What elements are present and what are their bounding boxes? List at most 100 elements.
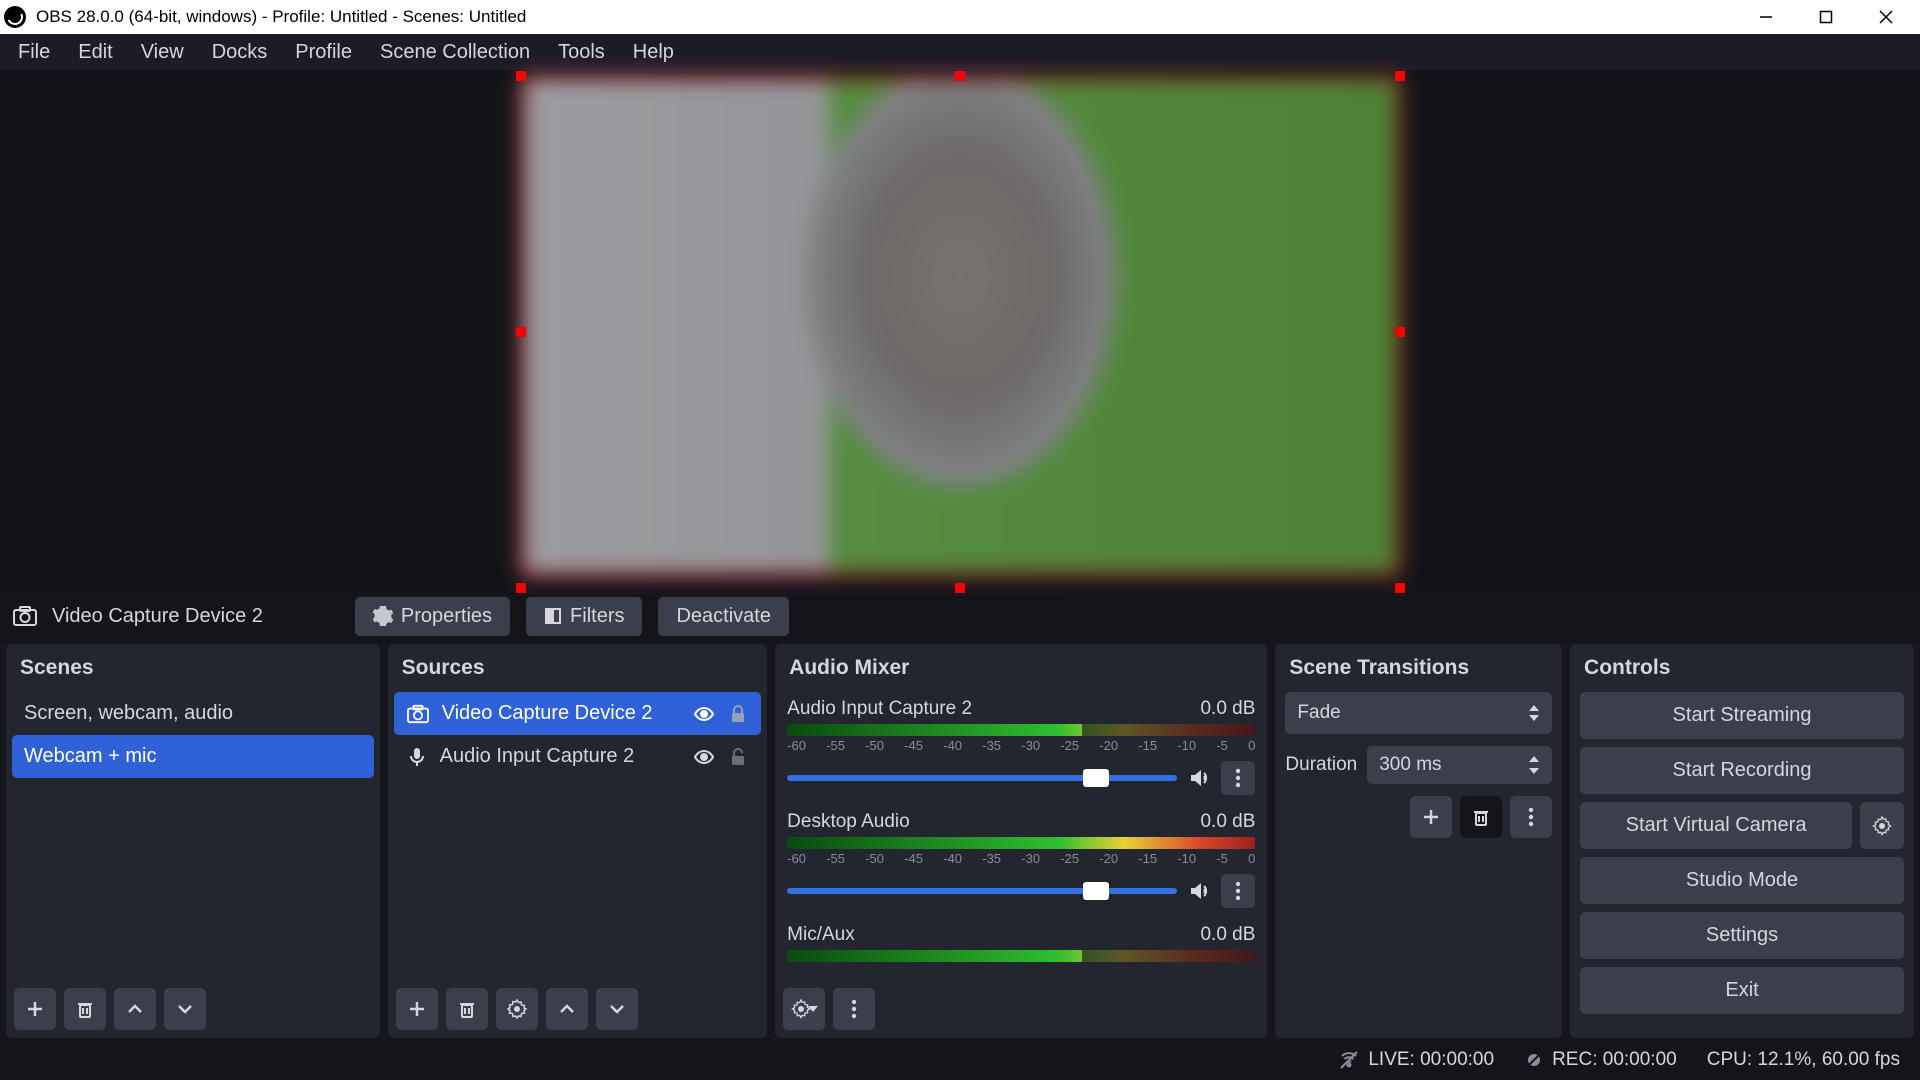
speaker-icon[interactable] [1187, 879, 1211, 903]
obs-logo-icon [4, 6, 26, 28]
sources-dock: Sources Video Capture Device 2 Audio Inp… [388, 644, 768, 1038]
track-name: Audio Input Capture 2 [787, 698, 972, 720]
studio-mode-button[interactable]: Studio Mode [1580, 857, 1904, 904]
mixer-track: Mic/Aux 0.0 dB [781, 918, 1261, 972]
track-name: Mic/Aux [787, 924, 855, 946]
track-db: 0.0 dB [1200, 924, 1255, 946]
track-options-button[interactable] [1221, 761, 1255, 795]
remove-transition-button[interactable] [1460, 796, 1502, 838]
scene-item[interactable]: Webcam + mic [12, 735, 374, 778]
lock-icon[interactable] [727, 703, 749, 725]
settings-button[interactable]: Settings [1580, 912, 1904, 959]
remove-source-button[interactable] [446, 988, 488, 1030]
menu-bar: File Edit View Docks Profile Scene Colle… [0, 34, 1920, 70]
window-titlebar: OBS 28.0.0 (64-bit, windows) - Profile: … [0, 0, 1920, 34]
lock-icon[interactable] [727, 746, 749, 768]
track-db: 0.0 dB [1200, 698, 1255, 720]
menu-help[interactable]: Help [621, 37, 686, 68]
remove-scene-button[interactable] [64, 988, 106, 1030]
mixer-title: Audio Mixer [775, 644, 1267, 692]
camera-icon [406, 704, 430, 724]
audio-meter [787, 837, 1255, 849]
add-transition-button[interactable] [1410, 796, 1452, 838]
source-label: Video Capture Device 2 [442, 702, 653, 725]
visibility-toggle[interactable] [693, 703, 715, 725]
menu-view[interactable]: View [129, 37, 196, 68]
filters-icon [544, 607, 562, 625]
move-scene-up-button[interactable] [114, 988, 156, 1030]
transition-select[interactable]: Fade [1285, 692, 1552, 734]
preview-canvas[interactable] [0, 70, 1920, 588]
sources-title: Sources [388, 644, 768, 692]
move-scene-down-button[interactable] [164, 988, 206, 1030]
minimize-button[interactable] [1736, 0, 1796, 34]
move-source-down-button[interactable] [596, 988, 638, 1030]
menu-edit[interactable]: Edit [66, 37, 124, 68]
properties-button[interactable]: Properties [355, 597, 510, 636]
volume-slider[interactable] [787, 888, 1177, 894]
source-toolbar: Video Capture Device 2 Properties Filter… [0, 588, 1920, 644]
resize-handle[interactable] [955, 71, 965, 81]
start-recording-button[interactable]: Start Recording [1580, 747, 1904, 794]
audio-meter [787, 950, 1255, 962]
resize-handle[interactable] [516, 583, 526, 593]
start-streaming-button[interactable]: Start Streaming [1580, 692, 1904, 739]
transitions-title: Scene Transitions [1275, 644, 1562, 692]
menu-scene-collection[interactable]: Scene Collection [368, 37, 542, 68]
track-name: Desktop Audio [787, 811, 910, 833]
status-bar: LIVE: 00:00:00 REC: 00:00:00 CPU: 12.1%,… [0, 1040, 1920, 1080]
resize-handle[interactable] [955, 583, 965, 593]
window-title: OBS 28.0.0 (64-bit, windows) - Profile: … [36, 7, 526, 27]
preview-selected-source[interactable] [521, 76, 1400, 576]
duration-label: Duration [1285, 754, 1357, 776]
filters-button[interactable]: Filters [526, 597, 642, 636]
resize-handle[interactable] [1395, 327, 1405, 337]
source-item[interactable]: Audio Input Capture 2 [394, 735, 762, 778]
source-item[interactable]: Video Capture Device 2 [394, 692, 762, 735]
mixer-track: Desktop Audio 0.0 dB -60-55-50-45-40-35-… [781, 805, 1261, 918]
maximize-button[interactable] [1796, 0, 1856, 34]
track-options-button[interactable] [1221, 874, 1255, 908]
audio-mixer-dock: Audio Mixer Audio Input Capture 2 0.0 dB… [775, 644, 1267, 1038]
mic-icon [406, 746, 428, 768]
resize-handle[interactable] [516, 327, 526, 337]
duration-input[interactable]: 300 ms [1367, 746, 1552, 784]
add-source-button[interactable] [396, 988, 438, 1030]
move-source-up-button[interactable] [546, 988, 588, 1030]
close-button[interactable] [1856, 0, 1916, 34]
exit-button[interactable]: Exit [1580, 967, 1904, 1014]
selected-source-name: Video Capture Device 2 [52, 605, 263, 628]
transition-options-button[interactable] [1510, 796, 1552, 838]
source-properties-button[interactable] [496, 988, 538, 1030]
live-status: LIVE: 00:00:00 [1368, 1049, 1494, 1071]
virtual-camera-settings-button[interactable] [1860, 802, 1904, 849]
resize-handle[interactable] [1395, 71, 1405, 81]
meter-scale: -60-55-50-45-40-35-30-25-20-15-10-50 [787, 851, 1255, 866]
deactivate-button[interactable]: Deactivate [658, 597, 789, 636]
controls-title: Controls [1570, 644, 1914, 692]
scene-item[interactable]: Screen, webcam, audio [12, 692, 374, 735]
transitions-dock: Scene Transitions Fade Duration 300 ms [1275, 644, 1562, 1038]
dropdown-icon [1528, 704, 1540, 722]
audio-meter [787, 724, 1255, 736]
menu-profile[interactable]: Profile [283, 37, 364, 68]
speaker-icon[interactable] [1187, 766, 1211, 790]
visibility-toggle[interactable] [693, 746, 715, 768]
spinner-icon [1528, 754, 1540, 776]
add-scene-button[interactable] [14, 988, 56, 1030]
start-virtual-camera-button[interactable]: Start Virtual Camera [1580, 802, 1852, 849]
scenes-title: Scenes [6, 644, 380, 692]
source-label: Audio Input Capture 2 [440, 745, 635, 768]
menu-docks[interactable]: Docks [200, 37, 280, 68]
track-db: 0.0 dB [1200, 811, 1255, 833]
resize-handle[interactable] [516, 71, 526, 81]
mixer-settings-button[interactable] [783, 988, 825, 1030]
volume-slider[interactable] [787, 775, 1177, 781]
cpu-status: CPU: 12.1%, 60.00 fps [1707, 1049, 1900, 1071]
menu-tools[interactable]: Tools [546, 37, 617, 68]
mixer-menu-button[interactable] [833, 988, 875, 1030]
menu-file[interactable]: File [6, 37, 62, 68]
resize-handle[interactable] [1395, 583, 1405, 593]
rec-status: REC: 00:00:00 [1552, 1049, 1677, 1071]
signal-icon [1338, 1049, 1360, 1071]
